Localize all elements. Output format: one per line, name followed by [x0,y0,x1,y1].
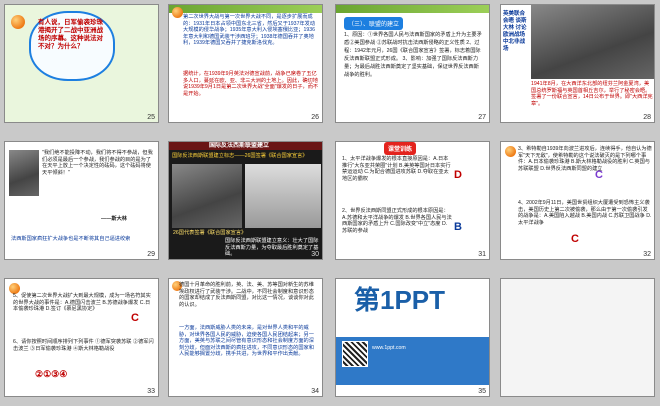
slide-33-order: ②①③④ [35,369,68,379]
orange-ball-icon [172,7,183,18]
slide-number: 26 [311,114,319,121]
slide-33-q2: 6、请你按照时间顺序排列下列事件 ①德军突袭苏联 ②德军闪击波兰 ③日军偷袭珍珠… [13,339,154,352]
slide-header-bar [169,5,322,13]
slide-32-q2: 4、2002年9月11日，美国世贸组织大厦遭受到恐怖主义袭击，美国历史上第二次被… [518,200,652,226]
slide-32-ans2: C [571,233,579,245]
slide-number: 35 [478,388,486,395]
slide-number: 33 [147,388,155,395]
slide-26-body: 第二次世界大战与第一次世界大战不同，是逐步扩展而成的：1931年日本占领中国东北… [183,14,316,47]
slide-30-cap1: 26国代表签署《联合国家宣言》 [173,230,247,236]
slide-number: 32 [643,251,651,258]
slide-thumbnail-36[interactable] [500,278,655,397]
slide-number: 28 [643,114,651,121]
slide-thumbnail-33[interactable]: 5、促使第二次世界大战扩大到最大规模，成为一场名符其实的世界大战的事件是：A.德… [4,278,159,397]
orange-ball-icon [505,146,516,157]
slide-33-ans1: C [131,312,139,324]
meeting-photo [531,5,654,79]
slide-30-heading: 国际反法西斯联盟建立 [209,143,270,149]
slide-30-cap2: 国际反法西斯联盟建立意义：壮大了国际反法西斯力量，为夺取最后胜利奠定了基础。 [225,238,319,258]
slide-28-side-label: 英美联合会晤 谈斯大林 讨论欧洲战场 中北非战场 [503,11,527,52]
slide-31-q2: 2、世界反法西斯同盟正式形成的根本原因是：A.苏德和太平洋战争的爆发 B.世界各… [342,208,452,234]
slide-35-url: www.1ppt.com [372,345,406,351]
slide-27-body: 1、原因：①世界各国人民与法西斯国家的矛盾上升为主要矛盾②美国参战 ②苏联战时抗… [344,32,482,78]
ppt-logo: 第1PPT [354,285,446,315]
slide-32-q1: 3、希特勒自1939年向波兰进攻后，连续得手，他自认为德军"天下无敌"，使希特勒… [518,146,652,172]
slide-thumbnail-26[interactable]: 第二次世界大战与第一次世界大战不同，是逐步扩展而成的：1931年日本占领中国东北… [168,4,323,123]
slide-26-body2: 据统计，在1939年9月英法对德宣战前，战争已席卷了五亿多人口，蔓延在欧、亚、非… [183,71,319,97]
slide-30-sub: 国际反法西斯联盟建立标志——26国签署《联合国家宣言》 [172,153,308,159]
slide-thumbnail-28[interactable]: 英美联合会晤 谈斯大林 讨论欧洲战场 中北非战场 1941年8月，在大西洋东北部… [500,4,655,123]
slide-29-author: ——斯大林 [101,216,127,222]
slide-number: 34 [311,388,319,395]
slide-28-caption: 1941年8月，在大西洋东北部的纽芬兰阿金夏湾，美国总统罗斯福与英国首相丘吉尔，… [531,81,653,107]
slide-34-body2: 一方面，法西斯威胁人类的未来，是对世界人类和平的威胁，对世界各国人民的威胁，迫使… [179,325,314,358]
slide-34-body: 德国十月革命的胜利前，英、法、美、苏等国对新生的苏维埃政权进行了武装干涉。二战中… [179,282,314,308]
slide-31-q1: 1、太平洋战争爆发的根本直接原因是：A.日本推行"大东亚共荣圈"计划 B.美英等… [342,156,451,182]
slide-31-title: 课堂训练 [384,142,417,155]
slide-27-heading: （三）、联盟的建立 [344,17,404,30]
slide-29-quote: "我们绝不能投降不动，我们将不得不参战，但我们必须是最后一个参战，我们参战的目的… [42,150,153,176]
qr-code-icon [342,341,368,367]
slide-thumbnail-29[interactable]: "我们绝不能投降不动，我们将不得不参战，但我们必须是最后一个参战，我们参战的目的… [4,141,159,260]
slide-number: 27 [478,114,486,121]
stalin-portrait [9,150,39,196]
slide-number: 25 [147,114,155,121]
slide-thumbnail-34[interactable]: 德国十月革命的胜利前，英、法、美、苏等国对新生的苏维埃政权进行了武装干涉。二战中… [168,278,323,397]
slide-25-question: 有人说，日军偷袭珍珠港揭开了二战中亚洲战场的序幕。这种说法对不对？为什么？ [38,19,103,50]
slide-number: 29 [147,251,155,258]
slide-thumbnail-32[interactable]: 3、希特勒自1939年向波兰进攻后，连续得手，他自认为德军"天下无敌"，使希特勒… [500,141,655,260]
slide-number: 31 [478,251,486,258]
slide-thumbnail-31[interactable]: 课堂训练 1、太平洋战争爆发的根本直接原因是：A.日本推行"大东亚共荣圈"计划 … [335,141,490,260]
orange-ball-icon [11,15,25,29]
declaration-document-photo [245,164,321,228]
signing-photo-1 [172,164,242,228]
slide-thumbnail-25[interactable]: 有人说，日军偷袭珍珠港揭开了二战中亚洲战场的序幕。这种说法对不对？为什么？ 25 [4,4,159,123]
slide-header-bar [336,5,489,13]
slide-31-ans2: B [454,221,462,233]
slide-29-caption: 法西斯国家疯狂扩大战争也是不断将其自己逼进绞索 [11,236,131,242]
slide-32-ans1: C [595,169,603,181]
slide-thumbnail-30[interactable]: 国际反法西斯联盟建立 国际反法西斯联盟建立标志——26国签署《联合国家宣言》 2… [168,141,323,260]
slide-31-ans1: D [454,169,462,181]
slide-thumbnail-35[interactable]: 第1PPT www.1ppt.com 35 [335,278,490,397]
slide-33-q1: 5、促使第二次世界大战扩大到最大规模，成为一场名符其实的世界大战的事件是：A.德… [13,293,151,313]
slide-thumbnail-27[interactable]: （三）、联盟的建立 1、原因：①世界各国人民与法西斯国家的矛盾上升为主要矛盾②美… [335,4,490,123]
slide-number: 30 [311,251,319,258]
